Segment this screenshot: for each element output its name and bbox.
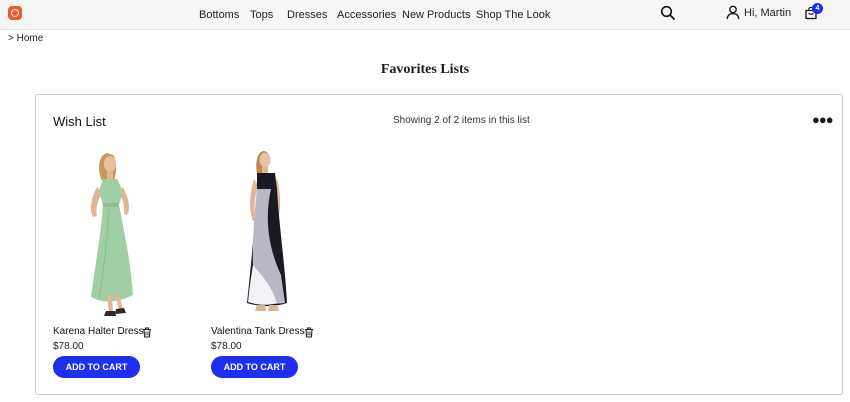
top-navigation-bar: Bottoms Tops Dresses Accessories New Pro… (0, 0, 850, 30)
main-nav: Bottoms Tops Dresses Accessories New Pro… (0, 0, 850, 29)
nav-item-new-products[interactable]: New Products (402, 9, 470, 21)
trash-icon[interactable] (142, 325, 152, 343)
wish-list-card: Wish List Showing 2 of 2 items in this l… (35, 94, 843, 395)
list-title: Wish List (53, 114, 106, 129)
nav-item-accessories[interactable]: Accessories (337, 9, 396, 21)
cart-count-badge: 4 (812, 3, 823, 14)
trash-icon[interactable] (304, 325, 314, 343)
nav-item-bottoms[interactable]: Bottoms (199, 9, 239, 21)
nav-item-shop-the-look[interactable]: Shop The Look (476, 9, 550, 21)
product-price: $78.00 (211, 341, 242, 352)
nav-item-tops[interactable]: Tops (250, 9, 273, 21)
user-icon[interactable] (726, 5, 740, 25)
user-greeting[interactable]: Hi, Martin (744, 7, 791, 19)
page-title: Favorites Lists (380, 62, 470, 77)
product-price: $78.00 (53, 341, 84, 352)
product-image-valentina-tank-dress[interactable] (211, 145, 331, 323)
product-name[interactable]: Karena Halter Dress (53, 326, 144, 337)
search-icon[interactable] (660, 5, 676, 26)
add-to-cart-button[interactable]: ADD TO CART (211, 356, 298, 378)
nav-item-dresses[interactable]: Dresses (287, 9, 327, 21)
product-image-karena-halter-dress[interactable] (53, 145, 173, 323)
breadcrumb[interactable]: > Home (8, 33, 43, 44)
list-item-count: Showing 2 of 2 items in this list (393, 115, 530, 126)
add-to-cart-button[interactable]: ADD TO CART (53, 356, 140, 378)
more-options-icon[interactable]: ●●● (812, 112, 834, 127)
product-name[interactable]: Valentina Tank Dress (211, 326, 305, 337)
